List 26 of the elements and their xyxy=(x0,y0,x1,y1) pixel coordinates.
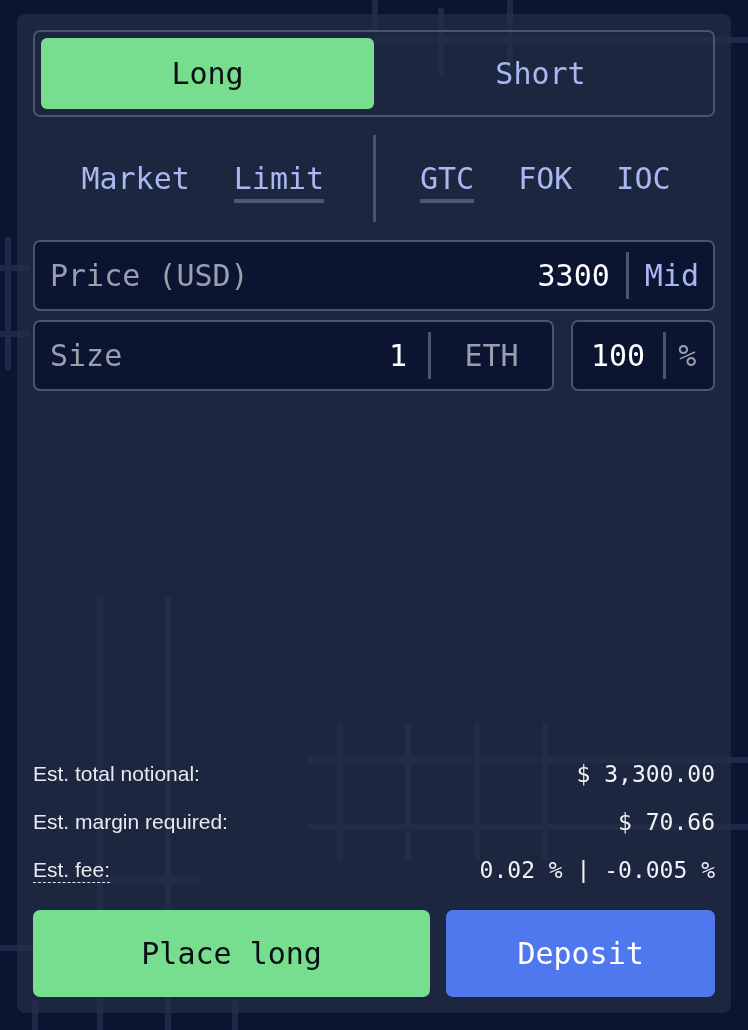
place-order-button[interactable]: Place long xyxy=(33,910,431,997)
summary-label: Est. total notional: xyxy=(33,762,200,786)
field-label: Size xyxy=(50,338,124,373)
field-value: 1 xyxy=(388,338,407,373)
field-label: Price (USD) xyxy=(50,258,250,293)
field-value: 100 xyxy=(591,338,646,373)
order-type-tab[interactable]: Limit xyxy=(233,154,325,203)
summary-label: Est. margin required: xyxy=(33,810,228,834)
side-tab[interactable]: Short xyxy=(374,38,707,109)
time-in-force-tab[interactable]: FOK xyxy=(518,154,573,203)
deposit-button[interactable]: Deposit xyxy=(446,910,715,997)
percent-field[interactable]: 100 % xyxy=(571,320,715,391)
price-field[interactable]: Price (USD) 3300 Mid xyxy=(33,240,715,311)
time-in-force-tab[interactable]: IOC xyxy=(616,154,671,203)
field-value: 3300 xyxy=(537,258,610,293)
unit-label: % xyxy=(678,338,697,373)
order-type-tab[interactable]: Market xyxy=(81,154,190,203)
summary-value: $ 70.66 xyxy=(618,809,715,835)
summary-label[interactable]: Est. fee: xyxy=(33,858,111,882)
time-in-force-tab[interactable]: GTC xyxy=(419,154,475,203)
side-tab[interactable]: Long xyxy=(41,38,374,109)
summary-value: 0.02 % | -0.005 % xyxy=(479,857,715,883)
unit-label: ETH xyxy=(463,338,520,373)
mid-button[interactable]: Mid xyxy=(644,258,699,293)
summary-value: $ 3,300.00 xyxy=(576,761,715,787)
size-field[interactable]: Size 1 ETH xyxy=(33,320,554,391)
